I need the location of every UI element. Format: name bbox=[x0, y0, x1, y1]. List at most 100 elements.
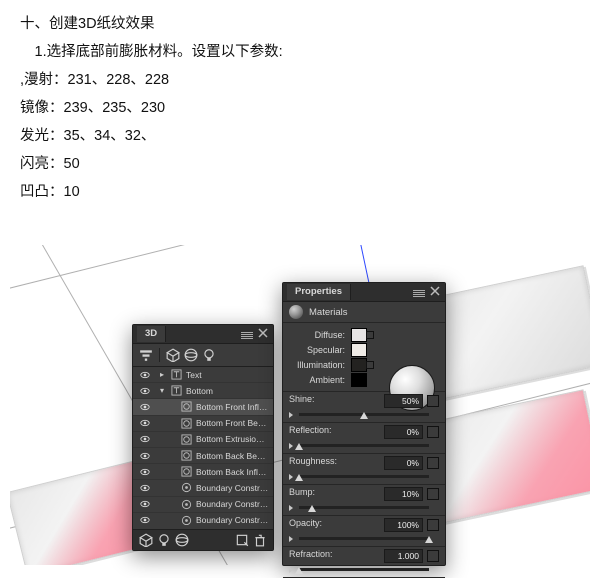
mat-layer-icon bbox=[180, 417, 192, 429]
visibility-eye-icon[interactable] bbox=[139, 466, 150, 477]
layer-row-bc1[interactable]: Boundary Constraint 1_Bott… bbox=[133, 480, 273, 496]
panel-properties-subtitle: Materials bbox=[309, 307, 348, 318]
swatch-illumination[interactable] bbox=[351, 358, 367, 372]
panel-menu-icon[interactable] bbox=[413, 285, 425, 297]
panel-properties-header[interactable]: Properties bbox=[283, 283, 445, 302]
slider-value-shine[interactable]: 50% bbox=[384, 394, 423, 408]
slider-track-roughness[interactable] bbox=[299, 475, 429, 478]
mat-layer-icon bbox=[180, 466, 192, 478]
layer-row-bfb[interactable]: Bottom Front Bevel Material bbox=[133, 416, 273, 432]
layer-label: Boundary Constraint 2_Bott… bbox=[196, 499, 269, 509]
layer-row-text[interactable]: ▸Text bbox=[133, 367, 273, 383]
disclosure-icon[interactable] bbox=[289, 474, 293, 480]
twisty-icon[interactable]: ▾ bbox=[158, 386, 166, 395]
visibility-eye-icon[interactable] bbox=[139, 499, 150, 510]
mat-layer-icon bbox=[180, 401, 192, 413]
mat-layer-icon bbox=[180, 433, 192, 445]
panel-3d-footer bbox=[133, 529, 273, 550]
slider-menu-icon[interactable] bbox=[427, 488, 439, 500]
layer-row-bfi[interactable]: Bottom Front Inflation Mate… bbox=[133, 399, 273, 415]
disclosure-icon[interactable] bbox=[289, 567, 293, 573]
disclosure-icon[interactable] bbox=[289, 505, 293, 511]
layer-row-bbi[interactable]: Bottom Back Inflation Mate… bbox=[133, 464, 273, 480]
slider-menu-icon[interactable] bbox=[427, 426, 439, 438]
footer-trash-icon[interactable] bbox=[253, 533, 267, 547]
disclosure-icon[interactable] bbox=[289, 536, 293, 542]
con-layer-icon bbox=[180, 498, 192, 510]
slider-menu-icon[interactable] bbox=[427, 457, 439, 469]
panel-properties-tab[interactable]: Properties bbox=[287, 284, 351, 300]
slider-menu-icon[interactable] bbox=[427, 550, 439, 562]
slider-menu-icon[interactable] bbox=[427, 395, 439, 407]
con-layer-icon bbox=[180, 514, 192, 525]
swatch-menu-icon[interactable] bbox=[366, 361, 374, 369]
layer-row-bbb[interactable]: Bottom Back Bevel Material bbox=[133, 448, 273, 464]
panel-menu-icon[interactable] bbox=[241, 327, 253, 339]
visibility-eye-icon[interactable] bbox=[139, 434, 150, 445]
footer-cam-icon[interactable] bbox=[175, 533, 189, 547]
slider-value-roughness[interactable]: 0% bbox=[384, 456, 423, 470]
slider-value-refraction[interactable]: 1.000 bbox=[384, 549, 423, 563]
filter-all-icon[interactable] bbox=[139, 348, 153, 362]
filter-light-icon[interactable] bbox=[202, 348, 216, 362]
slider-thumb-roughness[interactable] bbox=[295, 474, 303, 481]
article-heading: 十、创建3D纸纹效果 bbox=[20, 12, 580, 36]
article-l1: ,漫射：231、228、228 bbox=[20, 68, 580, 92]
slider-track-refraction[interactable] bbox=[299, 568, 429, 571]
layer-row-bem[interactable]: Bottom Extrusion Material bbox=[133, 432, 273, 448]
slider-track-reflection[interactable] bbox=[299, 444, 429, 447]
disclosure-icon[interactable] bbox=[289, 443, 293, 449]
visibility-eye-icon[interactable] bbox=[139, 369, 150, 380]
slider-refraction: Refraction:1.000 bbox=[283, 547, 445, 578]
slider-menu-icon[interactable] bbox=[427, 519, 439, 531]
label-ambient: Ambient: bbox=[289, 375, 345, 385]
swatch-diffuse[interactable] bbox=[351, 328, 367, 342]
slider-thumb-reflection[interactable] bbox=[295, 443, 303, 450]
visibility-eye-icon[interactable] bbox=[139, 418, 150, 429]
visibility-eye-icon[interactable] bbox=[139, 515, 150, 525]
swatch-specular[interactable] bbox=[351, 343, 367, 357]
footer-light-icon[interactable] bbox=[157, 533, 171, 547]
layer-label: Bottom Back Bevel Material bbox=[196, 451, 269, 461]
panel-3d-header[interactable]: 3D bbox=[133, 325, 273, 344]
slider-track-bump[interactable] bbox=[299, 506, 429, 509]
layer-row-bottom[interactable]: ▾Bottom bbox=[133, 383, 273, 399]
slider-thumb-shine[interactable] bbox=[360, 412, 368, 419]
article-l2: 镜像：239、235、230 bbox=[20, 96, 580, 120]
slider-value-reflection[interactable]: 0% bbox=[384, 425, 423, 439]
slider-opacity: Opacity:100% bbox=[283, 516, 445, 547]
text-layer-icon bbox=[170, 369, 182, 381]
footer-new-icon[interactable] bbox=[235, 533, 249, 547]
panel-properties[interactable]: Properties Materials Diffuse: Specular: … bbox=[282, 282, 446, 566]
layer-row-bc2[interactable]: Boundary Constraint 2_Bott… bbox=[133, 497, 273, 513]
visibility-eye-icon[interactable] bbox=[139, 450, 150, 461]
swatch-ambient[interactable] bbox=[351, 373, 367, 387]
slider-roughness: Roughness:0% bbox=[283, 454, 445, 485]
twisty-icon[interactable]: ▸ bbox=[158, 370, 166, 379]
footer-mesh-icon[interactable] bbox=[139, 533, 153, 547]
visibility-eye-icon[interactable] bbox=[139, 401, 150, 412]
layer-row-bc3[interactable]: Boundary Constraint 3_Bott… bbox=[133, 513, 273, 525]
layer-list[interactable]: ▸Text▾BottomBottom Front Inflation Mate…… bbox=[133, 367, 273, 525]
filter-material-icon[interactable] bbox=[184, 348, 198, 362]
slider-value-bump[interactable]: 10% bbox=[384, 487, 423, 501]
label-specular: Specular: bbox=[289, 345, 345, 355]
filter-mesh-icon[interactable] bbox=[166, 348, 180, 362]
text-layer-icon bbox=[170, 385, 182, 397]
visibility-eye-icon[interactable] bbox=[139, 482, 150, 493]
slider-thumb-opacity[interactable] bbox=[425, 536, 433, 543]
materials-icon bbox=[289, 305, 303, 319]
slider-track-opacity[interactable] bbox=[299, 537, 429, 540]
slider-thumb-refraction[interactable] bbox=[295, 567, 303, 574]
slider-value-opacity[interactable]: 100% bbox=[384, 518, 423, 532]
panel-close-icon[interactable] bbox=[257, 327, 269, 339]
article-l5: 凹凸：10 bbox=[20, 180, 580, 204]
slider-thumb-bump[interactable] bbox=[308, 505, 316, 512]
disclosure-icon[interactable] bbox=[289, 412, 293, 418]
panel-3d-tab[interactable]: 3D bbox=[137, 326, 166, 342]
con-layer-icon bbox=[180, 482, 192, 494]
panel-close-icon[interactable] bbox=[429, 285, 441, 297]
panel-3d[interactable]: 3D ▸Text▾BottomBottom Front Inflation Ma… bbox=[132, 324, 274, 551]
visibility-eye-icon[interactable] bbox=[139, 385, 150, 396]
swatch-menu-icon[interactable] bbox=[366, 331, 374, 339]
